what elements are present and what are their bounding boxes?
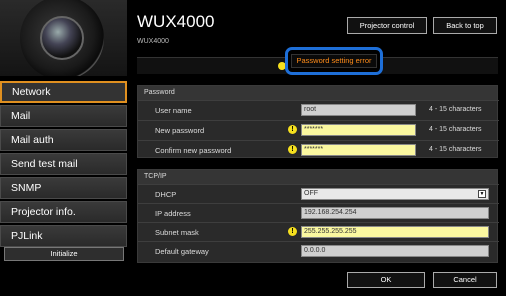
projector-lens-image bbox=[0, 0, 127, 76]
ok-button[interactable]: OK bbox=[347, 272, 425, 288]
chevron-down-icon[interactable]: ▼ bbox=[478, 190, 486, 198]
sidebar: Network Mail Mail auth Send test mail SN… bbox=[0, 81, 127, 249]
subnet-mask-label: Subnet mask bbox=[155, 228, 199, 237]
ip-address-row: IP address 192.168.254.254 bbox=[138, 203, 499, 222]
password-panel: Password User name root 4 - 15 character… bbox=[137, 85, 499, 159]
dhcp-selected-value: OFF bbox=[304, 190, 318, 197]
warning-icon: ! bbox=[288, 125, 297, 134]
new-password-field[interactable]: ******* bbox=[301, 124, 416, 136]
user-name-field[interactable]: root bbox=[301, 104, 416, 116]
default-gateway-field[interactable]: 0.0.0.0 bbox=[301, 245, 489, 257]
new-password-row: New password ! ******* 4 - 15 characters bbox=[138, 120, 499, 139]
initialize-button[interactable]: Initialize bbox=[4, 247, 124, 261]
sidebar-item-network[interactable]: Network bbox=[0, 81, 127, 103]
error-bar: Password setting error bbox=[137, 47, 498, 75]
confirm-password-field[interactable]: ******* bbox=[301, 144, 416, 156]
subnet-mask-row: Subnet mask ! 255.255.255.255 bbox=[138, 222, 499, 241]
back-to-top-button[interactable]: Back to top bbox=[433, 17, 497, 34]
user-name-hint: 4 - 15 characters bbox=[429, 106, 482, 113]
lens-glass bbox=[40, 16, 84, 60]
dhcp-label: DHCP bbox=[155, 190, 177, 199]
sidebar-item-snmp[interactable]: SNMP bbox=[0, 177, 127, 199]
error-message: Password setting error bbox=[291, 54, 377, 68]
cancel-button[interactable]: Cancel bbox=[433, 272, 497, 288]
password-heading: Password bbox=[138, 86, 497, 100]
subnet-mask-field[interactable]: 255.255.255.255 bbox=[301, 226, 489, 238]
sidebar-item-projector-info[interactable]: Projector info. bbox=[0, 201, 127, 223]
confirm-password-row: Confirm new password ! ******* 4 - 15 ch… bbox=[138, 140, 499, 159]
ip-address-label: IP address bbox=[155, 209, 191, 218]
confirm-password-hint: 4 - 15 characters bbox=[429, 146, 482, 153]
sidebar-item-pjlink[interactable]: PJLink bbox=[0, 225, 127, 247]
tcpip-heading: TCP/IP bbox=[138, 170, 497, 184]
page-title: WUX4000 bbox=[137, 12, 215, 31]
ip-address-field[interactable]: 192.168.254.254 bbox=[301, 207, 489, 219]
lens-outer-ring bbox=[20, 0, 104, 76]
new-password-hint: 4 - 15 characters bbox=[429, 126, 482, 133]
sidebar-item-mail-auth[interactable]: Mail auth bbox=[0, 129, 127, 151]
confirm-password-label: Confirm new password bbox=[155, 146, 232, 155]
tcpip-panel: TCP/IP DHCP OFF ▼ IP address 192.168.254… bbox=[137, 169, 499, 263]
user-name-row: User name root 4 - 15 characters bbox=[138, 100, 499, 119]
sidebar-item-send-test-mail[interactable]: Send test mail bbox=[0, 153, 127, 175]
warning-icon: ! bbox=[288, 145, 297, 154]
default-gateway-label: Default gateway bbox=[155, 247, 209, 256]
new-password-label: New password bbox=[155, 126, 205, 135]
user-name-label: User name bbox=[155, 106, 192, 115]
model-subtitle: WUX4000 bbox=[137, 38, 169, 45]
error-highlight: Password setting error bbox=[285, 47, 383, 75]
warning-icon: ! bbox=[288, 227, 297, 236]
dhcp-select[interactable]: OFF ▼ bbox=[301, 188, 489, 200]
projector-control-button[interactable]: Projector control bbox=[347, 17, 427, 34]
default-gateway-row: Default gateway 0.0.0.0 bbox=[138, 241, 499, 260]
dhcp-row: DHCP OFF ▼ bbox=[138, 184, 499, 203]
sidebar-item-mail[interactable]: Mail bbox=[0, 105, 127, 127]
